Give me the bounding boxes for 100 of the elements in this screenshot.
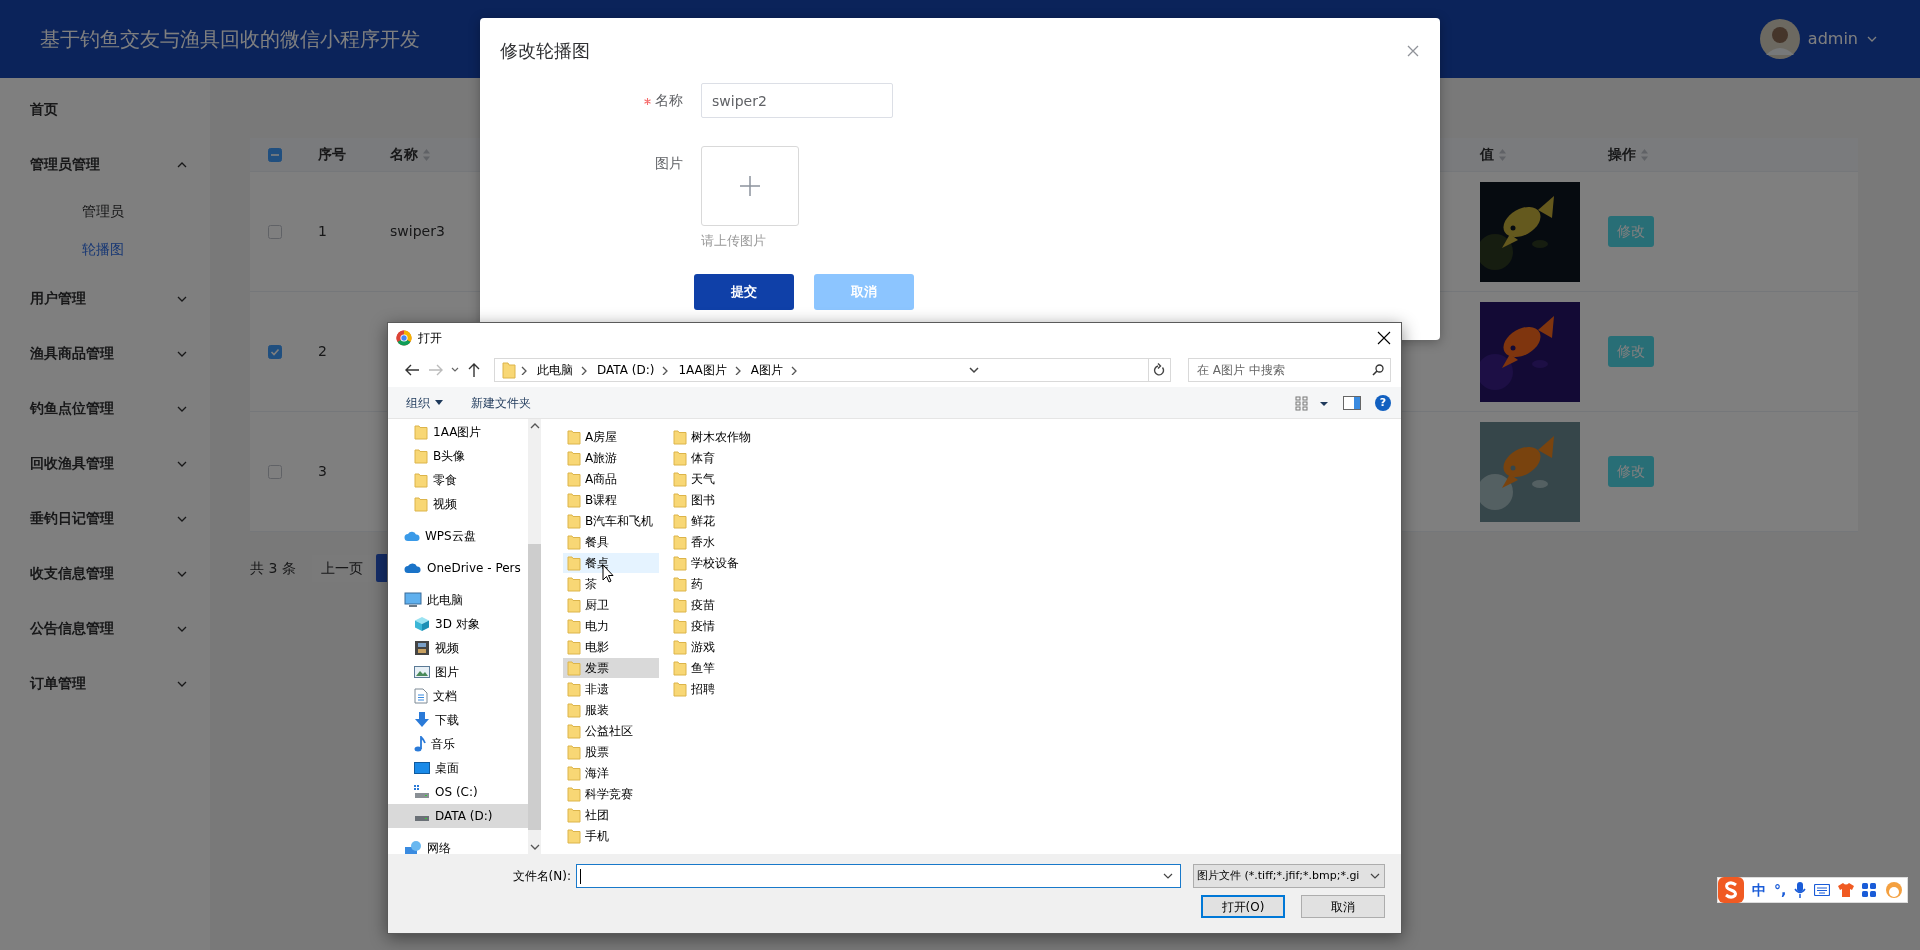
sidebar-item[interactable]: 渔具商品管理 (30, 343, 114, 364)
folder-item[interactable]: 手机 (563, 826, 659, 846)
submenu-item[interactable]: 管理员 (0, 192, 210, 230)
nav-item[interactable]: 音乐 (388, 732, 528, 756)
folder-item[interactable]: 疫苗 (669, 595, 765, 615)
chevron-down-icon[interactable] (1162, 871, 1174, 881)
nav-item[interactable]: 文档 (388, 684, 528, 708)
toolbar-button[interactable]: 新建文件夹 (471, 391, 531, 414)
address-bar[interactable]: 此电脑 DATA (D:) 1AA图片 A图片 (494, 358, 1171, 382)
nav-item[interactable]: 此电脑 (388, 588, 528, 612)
folder-item[interactable]: 图书 (669, 490, 765, 510)
folder-item[interactable]: 香水 (669, 532, 765, 552)
ime-mode-button[interactable]: °, (1774, 879, 1787, 901)
sidebar-item[interactable]: 收支信息管理 (30, 563, 114, 584)
folder-item[interactable]: 餐具 (563, 532, 659, 552)
checkbox[interactable] (268, 224, 282, 239)
folder-item[interactable]: 科学竞赛 (563, 784, 659, 804)
refresh-icon[interactable] (1153, 363, 1166, 377)
nav-item[interactable]: 网络 (388, 836, 528, 854)
help-button[interactable]: ? (1375, 394, 1391, 411)
nav-item[interactable]: B头像 (388, 444, 528, 468)
sidebar-item[interactable]: 公告信息管理 (30, 618, 114, 639)
folder-item[interactable]: 鱼竿 (669, 658, 765, 678)
folder-icon (567, 555, 581, 571)
scrollbar-thumb[interactable] (528, 543, 541, 830)
folder-item[interactable]: 药 (669, 574, 765, 594)
scrollbar[interactable] (528, 419, 541, 854)
nav-item[interactable]: OneDrive - Pers (388, 556, 528, 580)
folder-item[interactable]: 服装 (563, 700, 659, 720)
keyboard-icon[interactable] (1814, 884, 1831, 896)
sidebar-item[interactable]: 回收渔具管理 (30, 453, 114, 474)
breadcrumb-item[interactable]: 1AA图片 (672, 359, 733, 381)
nav-item[interactable]: 1AA图片 (388, 420, 528, 444)
folder-item[interactable]: 股票 (563, 742, 659, 762)
ime-mode-button[interactable]: 中 (1752, 879, 1766, 901)
checkbox[interactable] (268, 344, 282, 359)
sidebar-item[interactable]: 用户管理 (30, 288, 86, 309)
nav-item[interactable]: 桌面 (388, 756, 528, 780)
nav-item[interactable]: 零食 (388, 468, 528, 492)
breadcrumb-item[interactable]: 此电脑 (531, 359, 579, 381)
nav-item[interactable]: OS (C:) (388, 780, 528, 804)
folder-item[interactable]: 疫情 (669, 616, 765, 636)
view-options-icon[interactable] (1295, 394, 1329, 411)
shirt-icon[interactable] (1838, 883, 1855, 897)
folder-item[interactable]: 游戏 (669, 637, 765, 657)
logo-icon[interactable] (1718, 877, 1744, 903)
breadcrumb-item[interactable]: A图片 (744, 359, 789, 381)
cancel-button[interactable]: 取消 (1301, 895, 1385, 918)
sidebar-item[interactable]: 垂钓日记管理 (30, 508, 114, 529)
toolbar-button[interactable]: 组织 (406, 391, 443, 414)
open-button[interactable]: 打开(O) (1201, 895, 1285, 918)
file-type-select[interactable]: 图片文件 (*.tiff;*.jfif;*.bmp;*.gi (1193, 864, 1385, 888)
search-field[interactable]: 在 A图片 中搜索 (1188, 358, 1391, 382)
nav-item[interactable]: DATA (D:) (388, 804, 528, 828)
sidebar-item[interactable]: 管理员管理 (30, 154, 100, 175)
sidebar-item[interactable]: 钓鱼点位管理 (30, 398, 114, 419)
sidebar-item[interactable]: 订单管理 (30, 673, 86, 694)
folder-item[interactable]: 鲜花 (669, 511, 765, 531)
nav-item[interactable]: 下载 (388, 708, 528, 732)
folder-item[interactable]: 发票 (563, 658, 659, 678)
folder-item[interactable]: B汽车和飞机 (563, 511, 659, 531)
folder-icon (414, 496, 428, 512)
folder-item[interactable]: 体育 (669, 448, 765, 468)
folder-item[interactable]: 餐桌 (563, 553, 659, 573)
folder-item[interactable]: 招聘 (669, 679, 765, 699)
nav-item[interactable]: 视频 (388, 636, 528, 660)
microphone-icon[interactable] (1794, 882, 1807, 898)
nav-item[interactable]: WPS云盘 (388, 524, 528, 548)
folder-item[interactable]: 电力 (563, 616, 659, 636)
user-name[interactable]: admin (1807, 27, 1858, 51)
nav-item[interactable]: 3D 对象 (388, 612, 528, 636)
sidebar-item[interactable]: 首页 (0, 82, 210, 137)
folder-item[interactable]: A旅游 (563, 448, 659, 468)
folder-item[interactable]: 学校设备 (669, 553, 765, 573)
folder-item[interactable]: 海洋 (563, 763, 659, 783)
folder-item[interactable]: B课程 (563, 490, 659, 510)
nav-item[interactable]: 视频 (388, 492, 528, 516)
folder-item[interactable]: A房屋 (563, 427, 659, 447)
submit-button[interactable]: 提交 (694, 274, 794, 310)
breadcrumb-item[interactable]: DATA (D:) (591, 359, 661, 381)
search-icon[interactable] (1372, 364, 1384, 376)
folder-item[interactable]: A商品 (563, 469, 659, 489)
folder-item[interactable]: 树木农作物 (669, 427, 765, 447)
folder-item[interactable]: 电影 (563, 637, 659, 657)
file-name-field[interactable] (576, 864, 1181, 888)
preview-pane-icon[interactable] (1343, 395, 1361, 410)
folder-item[interactable]: 茶 (563, 574, 659, 594)
folder-item[interactable]: 非遗 (563, 679, 659, 699)
checkbox[interactable] (268, 147, 282, 162)
nav-item[interactable]: 图片 (388, 660, 528, 684)
app-icon (396, 330, 412, 346)
text-field[interactable]: swiper2 (701, 83, 893, 118)
close-icon[interactable] (1377, 331, 1391, 345)
checkbox[interactable] (268, 464, 282, 479)
folder-item[interactable]: 社团 (563, 805, 659, 825)
apps-icon[interactable] (1862, 883, 1877, 897)
folder-item[interactable]: 天气 (669, 469, 765, 489)
folder-item[interactable]: 厨卫 (563, 595, 659, 615)
avatar-icon[interactable] (1759, 19, 1800, 59)
folder-item[interactable]: 公益社区 (563, 721, 659, 741)
